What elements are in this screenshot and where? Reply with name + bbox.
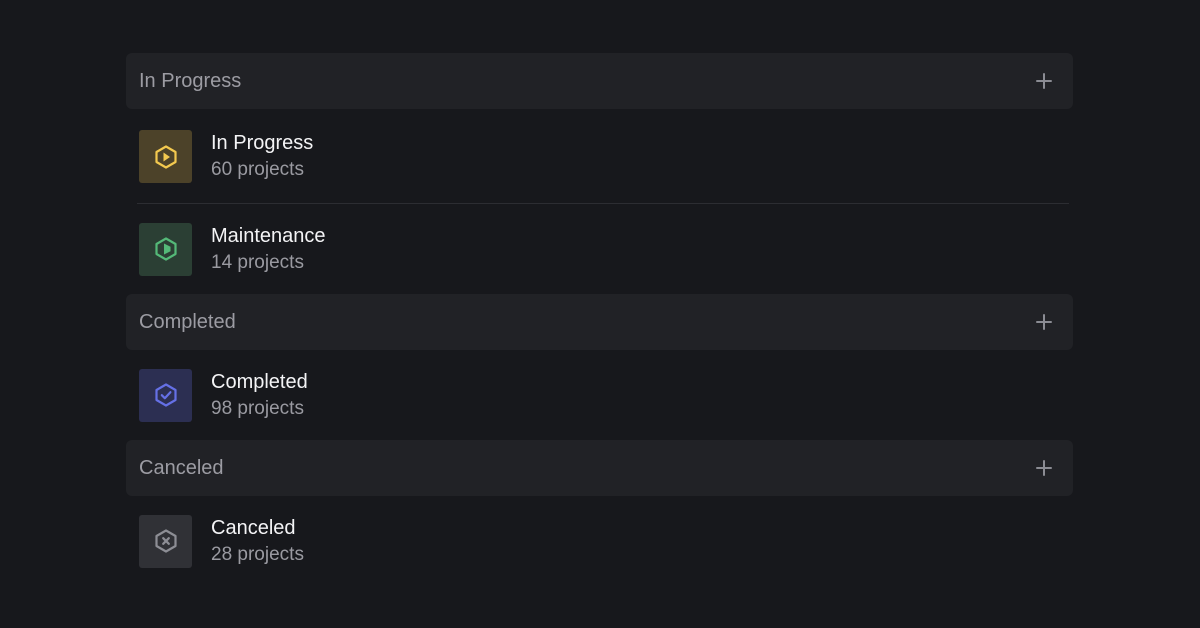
group-title: Completed: [139, 310, 236, 333]
group-header: In Progress: [126, 53, 1073, 109]
item-count: 60 projects: [211, 159, 304, 180]
hexagon-play-icon: [154, 144, 177, 169]
list-item-in-progress[interactable]: In Progress 60 projects: [126, 109, 1073, 204]
group-canceled: Canceled Canceled 28 projects: [126, 440, 1073, 586]
group-in-progress: In Progress In Progress 60 projects Main…: [126, 53, 1073, 294]
plus-icon: [1036, 73, 1052, 89]
item-count: 28 projects: [211, 543, 304, 565]
status-icon-box: [139, 130, 192, 183]
item-name: Completed: [211, 370, 308, 393]
list-item-canceled[interactable]: Canceled 28 projects: [126, 496, 1073, 586]
plus-icon: [1036, 314, 1052, 330]
list-item-completed[interactable]: Completed 98 projects: [126, 350, 1073, 440]
hexagon-x-icon: [154, 529, 177, 553]
group-header: Canceled: [126, 440, 1073, 496]
hexagon-half-icon: [154, 237, 177, 261]
project-status-board: In Progress In Progress 60 projects Main…: [126, 53, 1073, 586]
item-name: In Progress: [211, 132, 314, 154]
group-header: Completed: [126, 294, 1073, 350]
item-name: Maintenance: [211, 224, 326, 247]
group-completed: Completed Completed 98 projects: [126, 294, 1073, 440]
add-button[interactable]: [1028, 452, 1060, 484]
group-title: Canceled: [139, 456, 224, 479]
list-item-maintenance[interactable]: Maintenance 14 projects: [126, 204, 1073, 294]
group-title: In Progress: [139, 69, 242, 92]
item-count: 98 projects: [211, 397, 304, 419]
item-name: Canceled: [211, 516, 296, 539]
plus-icon: [1036, 460, 1052, 476]
add-button[interactable]: [1028, 65, 1060, 97]
item-count: 14 projects: [211, 251, 304, 273]
status-icon-box: [139, 514, 192, 568]
status-icon-box: [139, 368, 192, 422]
status-icon-box: [139, 222, 192, 276]
hexagon-check-icon: [154, 383, 177, 407]
add-button[interactable]: [1028, 306, 1060, 338]
